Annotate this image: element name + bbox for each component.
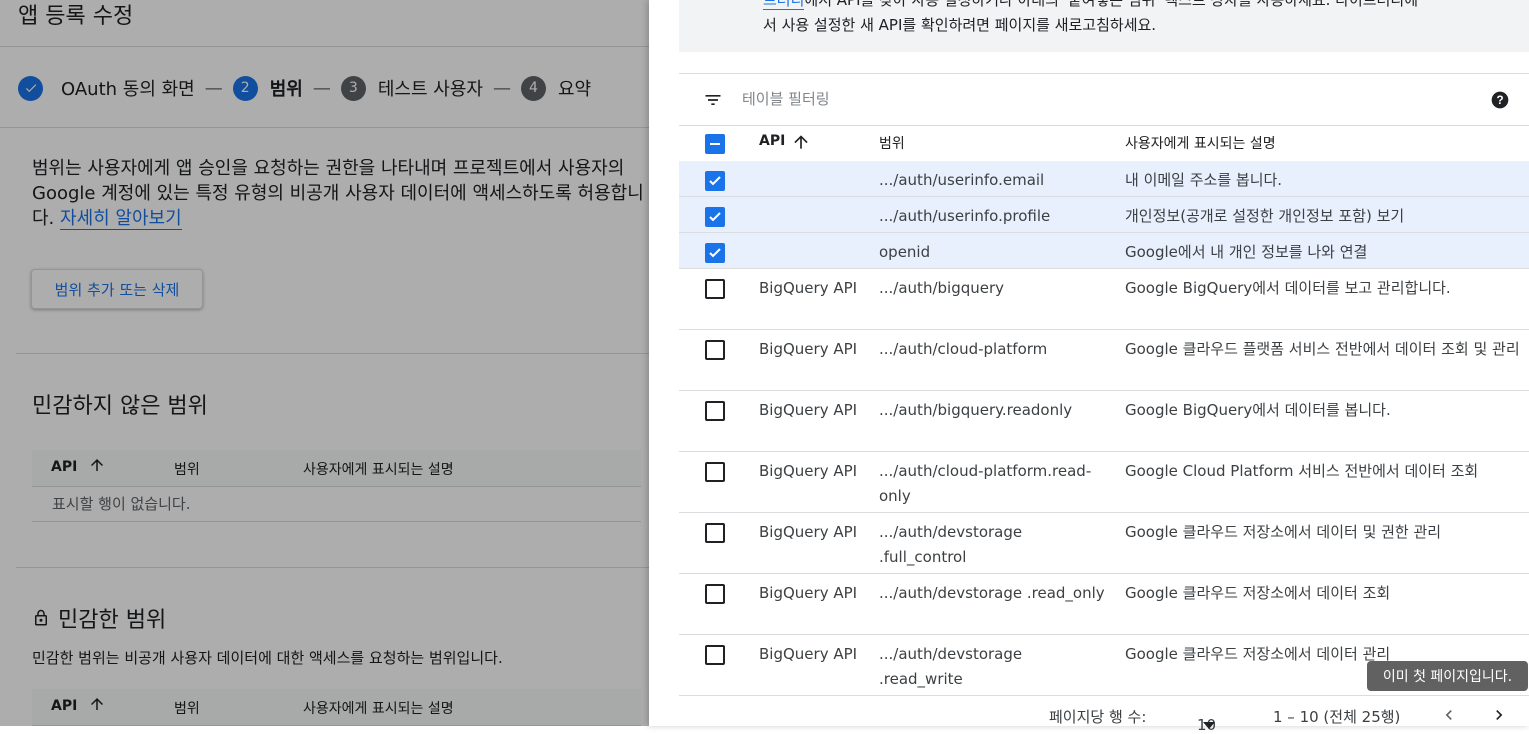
description-cell: 내 이메일 주소를 봅니다.	[1125, 171, 1283, 189]
page-range: 1 – 10 (전체 25행)	[1273, 708, 1401, 726]
api-cell: BigQuery API	[759, 584, 858, 602]
info-box: 브러리에서 API를 찾아 사용 설정하거나 아래의 '붙여넣은 범위' 텍스트…	[679, 0, 1529, 52]
dropdown-arrow-icon	[1203, 716, 1215, 734]
scope-cell: .../auth/userinfo.email	[879, 171, 1045, 189]
api-cell: BigQuery API	[759, 523, 858, 541]
info-line-1: 에서 API를 찾아 사용 설정하거나 아래의 '붙여넣은 범위' 텍스트 상자…	[804, 0, 1419, 9]
description-cell: Google 클라우드 플랫폼 서비스 전반에서 데이터 조회 및 관리	[1125, 340, 1520, 358]
scope-cell: .../auth/cloud-platform.read-only	[879, 462, 1092, 505]
row-checkbox[interactable]	[705, 243, 725, 263]
tooltip: 이미 첫 페이지입니다.	[1367, 661, 1528, 691]
modal-scrim[interactable]	[0, 0, 649, 726]
api-cell: BigQuery API	[759, 462, 858, 480]
header-api[interactable]: API	[759, 133, 785, 149]
description-cell: Google BigQuery에서 데이터를 보고 관리합니다.	[1125, 279, 1451, 297]
table-row[interactable]: .../auth/userinfo.email 내 이메일 주소를 봅니다.	[679, 161, 1529, 197]
table-row[interactable]: BigQuery API .../auth/devstorage .read_on…	[679, 574, 1529, 635]
table-pagination: 페이지당 행 수: 10 1 – 10 (전체 25행)	[679, 696, 1529, 734]
library-link[interactable]: 브러리	[763, 0, 805, 10]
update-scopes-panel: 브러리에서 API를 찾아 사용 설정하거나 아래의 '붙여넣은 범위' 텍스트…	[649, 0, 1529, 734]
api-cell: BigQuery API	[759, 279, 858, 297]
row-checkbox[interactable]	[705, 207, 725, 227]
table-filter-bar[interactable]: 테이블 필터링 ?	[679, 73, 1529, 126]
help-icon[interactable]: ?	[1490, 90, 1510, 114]
rows-per-page-label: 페이지당 행 수:	[1049, 708, 1147, 726]
description-cell: Google에서 내 개인 정보를 나와 연결	[1125, 243, 1368, 261]
api-cell: BigQuery API	[759, 401, 858, 419]
prev-page-icon[interactable]	[1439, 704, 1459, 730]
row-checkbox[interactable]	[705, 401, 725, 421]
table-row[interactable]: openid Google에서 내 개인 정보를 나와 연결	[679, 233, 1529, 269]
scope-cell: .../auth/devstorage .read_write	[879, 645, 1023, 688]
header-description: 사용자에게 표시되는 설명	[1125, 136, 1276, 152]
row-checkbox[interactable]	[705, 462, 725, 482]
scope-cell: openid	[879, 243, 931, 261]
background-page: 앱 등록 수정 OAuth 동의 화면 — 2 범위 — 3 테스트 사용자 —…	[0, 0, 649, 726]
info-text: 브러리에서 API를 찾아 사용 설정하거나 아래의 '붙여넣은 범위' 텍스트…	[763, 0, 1523, 38]
api-cell: BigQuery API	[759, 340, 858, 358]
api-cell: BigQuery API	[759, 645, 858, 663]
row-checkbox[interactable]	[705, 523, 725, 543]
row-checkbox[interactable]	[705, 171, 725, 191]
description-cell: Google BigQuery에서 데이터를 봅니다.	[1125, 401, 1391, 419]
row-checkbox[interactable]	[705, 645, 725, 665]
table-row[interactable]: BigQuery API .../auth/cloud-platform Googl…	[679, 330, 1529, 391]
description-cell: 개인정보(공개로 설정한 개인정보 포함) 보기	[1125, 207, 1405, 225]
scope-cell: .../auth/cloud-platform	[879, 340, 1048, 358]
row-checkbox[interactable]	[705, 279, 725, 299]
description-cell: Google Cloud Platform 서비스 전반에서 데이터 조회	[1125, 462, 1479, 480]
filter-input[interactable]: 테이블 필터링	[742, 88, 830, 109]
table-row[interactable]: .../auth/userinfo.profile 개인정보(공개로 설정한 개인…	[679, 197, 1529, 233]
table-row[interactable]: BigQuery API .../auth/devstorage .full_co…	[679, 513, 1529, 574]
select-all-checkbox[interactable]	[705, 134, 725, 154]
arrow-up-icon	[791, 132, 811, 156]
scope-cell: .../auth/devstorage .full_control	[879, 523, 1023, 566]
description-cell: Google 클라우드 저장소에서 데이터 및 권한 관리	[1125, 523, 1442, 541]
next-page-icon[interactable]	[1489, 704, 1509, 730]
header-scope: 범위	[879, 136, 905, 152]
scope-cell: .../auth/bigquery	[879, 279, 1005, 297]
info-line-2: 서 사용 설정한 새 API를 확인하려면 페이지를 새로고침하세요.	[763, 16, 1157, 34]
scope-cell: .../auth/devstorage .read_only	[879, 584, 1105, 602]
scope-cell: .../auth/bigquery.readonly	[879, 401, 1073, 419]
table-row[interactable]: BigQuery API .../auth/bigquery.readonly Go…	[679, 391, 1529, 452]
row-checkbox[interactable]	[705, 584, 725, 604]
scope-cell: .../auth/userinfo.profile	[879, 207, 1051, 225]
svg-text:?: ?	[1496, 94, 1503, 107]
scopes-table-header: API 범위 사용자에게 표시되는 설명	[679, 125, 1529, 162]
table-row[interactable]: BigQuery API .../auth/cloud-platform.read…	[679, 452, 1529, 513]
filter-icon[interactable]	[703, 90, 723, 114]
table-row[interactable]: BigQuery API .../auth/bigquery Google BigQ…	[679, 269, 1529, 330]
description-cell: Google 클라우드 저장소에서 데이터 조회	[1125, 584, 1391, 602]
row-checkbox[interactable]	[705, 340, 725, 360]
